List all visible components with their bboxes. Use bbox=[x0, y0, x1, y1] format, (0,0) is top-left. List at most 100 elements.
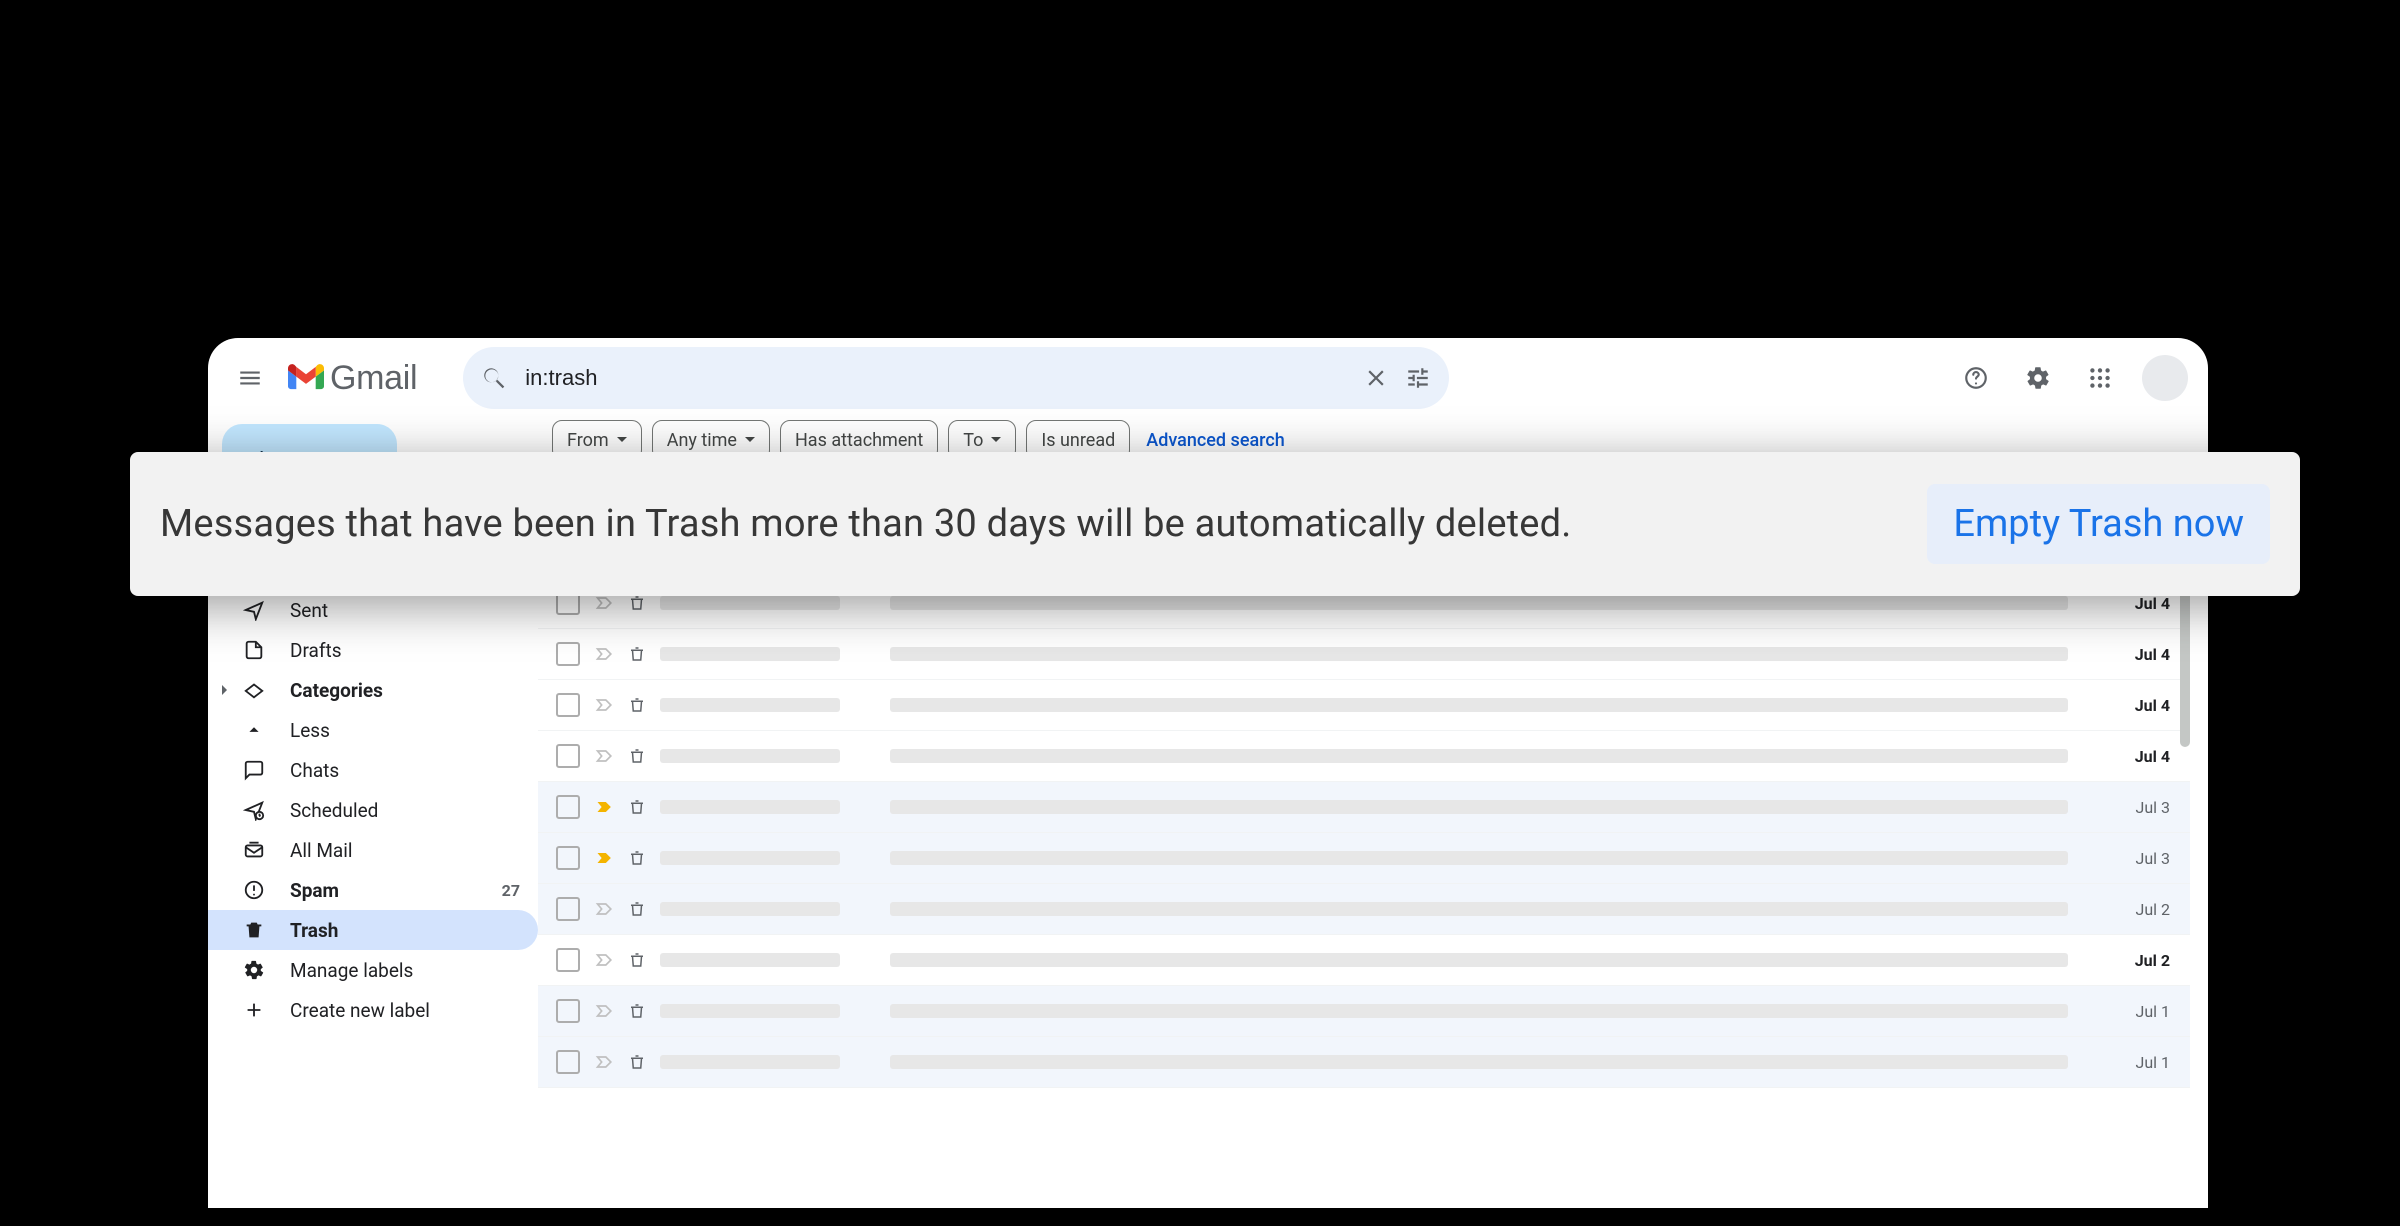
row-date: Jul 4 bbox=[2108, 696, 2170, 715]
search-icon[interactable] bbox=[481, 365, 507, 391]
sidebar-item-chats[interactable]: Chats bbox=[208, 750, 538, 790]
settings-button[interactable] bbox=[2018, 358, 2058, 398]
subject-placeholder bbox=[890, 902, 2068, 916]
subject-placeholder bbox=[890, 596, 2068, 610]
empty-trash-button[interactable]: Empty Trash now bbox=[1927, 484, 2270, 564]
filter-chip-label: Is unread bbox=[1041, 430, 1115, 451]
filter-chip-label: Has attachment bbox=[795, 430, 923, 451]
header: Gmail bbox=[208, 338, 2208, 418]
importance-marker-icon[interactable] bbox=[594, 1051, 616, 1073]
importance-marker-icon[interactable] bbox=[594, 643, 616, 665]
trash-banner: Messages that have been in Trash more th… bbox=[130, 452, 2300, 596]
row-date: Jul 1 bbox=[2108, 1002, 2170, 1021]
subject-placeholder bbox=[890, 749, 2068, 763]
filter-chip-label: Any time bbox=[667, 430, 737, 451]
manage-icon bbox=[242, 958, 266, 982]
support-button[interactable] bbox=[1956, 358, 1996, 398]
trash-icon bbox=[626, 1051, 648, 1073]
app-name: Gmail bbox=[330, 359, 417, 398]
row-date: Jul 3 bbox=[2108, 849, 2170, 868]
subject-placeholder bbox=[890, 851, 2068, 865]
subject-placeholder bbox=[890, 698, 2068, 712]
search-input[interactable] bbox=[523, 364, 1347, 392]
message-row[interactable]: Jul 2 bbox=[538, 935, 2190, 986]
row-date: Jul 4 bbox=[2108, 747, 2170, 766]
subject-placeholder bbox=[890, 1055, 2068, 1069]
row-checkbox[interactable] bbox=[556, 693, 580, 717]
sidebar-item-label: Scheduled bbox=[290, 799, 520, 822]
gmail-logo[interactable]: Gmail bbox=[288, 359, 417, 398]
sidebar-item-label: All Mail bbox=[290, 839, 520, 862]
sender-placeholder bbox=[660, 749, 840, 763]
message-row[interactable]: Jul 4 bbox=[538, 680, 2190, 731]
row-checkbox[interactable] bbox=[556, 999, 580, 1023]
row-date: Jul 2 bbox=[2108, 951, 2170, 970]
sidebar-item-label: Chats bbox=[290, 759, 520, 782]
trash-icon bbox=[242, 918, 266, 942]
sidebar-item-less[interactable]: Less bbox=[208, 710, 538, 750]
row-checkbox[interactable] bbox=[556, 948, 580, 972]
message-row[interactable]: Jul 4 bbox=[538, 629, 2190, 680]
message-row[interactable]: Jul 1 bbox=[538, 986, 2190, 1037]
sender-placeholder bbox=[660, 596, 840, 610]
message-row[interactable]: Jul 2 bbox=[538, 884, 2190, 935]
importance-marker-icon[interactable] bbox=[594, 694, 616, 716]
message-row[interactable]: Jul 4 bbox=[538, 731, 2190, 782]
clear-search-icon[interactable] bbox=[1363, 365, 1389, 391]
sidebar-item-categories[interactable]: Categories bbox=[208, 670, 538, 710]
advanced-search-link[interactable]: Advanced search bbox=[1146, 430, 1284, 451]
sidebar-item-newlabel[interactable]: Create new label bbox=[208, 990, 538, 1030]
chevron-down-icon bbox=[991, 437, 1001, 447]
chevron-down-icon bbox=[745, 437, 755, 447]
trash-icon bbox=[626, 949, 648, 971]
sidebar-item-label: Sent bbox=[290, 599, 520, 622]
apps-button[interactable] bbox=[2080, 358, 2120, 398]
sidebar-item-manage[interactable]: Manage labels bbox=[208, 950, 538, 990]
gmail-m-icon bbox=[288, 364, 324, 392]
importance-marker-icon[interactable] bbox=[594, 847, 616, 869]
row-checkbox[interactable] bbox=[556, 795, 580, 819]
sender-placeholder bbox=[660, 1055, 840, 1069]
row-checkbox[interactable] bbox=[556, 642, 580, 666]
sidebar-item-allmail[interactable]: All Mail bbox=[208, 830, 538, 870]
banner-text: Messages that have been in Trash more th… bbox=[160, 502, 1909, 546]
message-row[interactable]: Jul 1 bbox=[538, 1037, 2190, 1088]
sidebar-item-spam[interactable]: Spam27 bbox=[208, 870, 538, 910]
importance-marker-icon[interactable] bbox=[594, 898, 616, 920]
importance-marker-icon[interactable] bbox=[594, 796, 616, 818]
chevron-down-icon bbox=[617, 437, 627, 447]
sidebar-item-sent[interactable]: Sent bbox=[208, 590, 538, 630]
row-checkbox[interactable] bbox=[556, 846, 580, 870]
row-checkbox[interactable] bbox=[556, 744, 580, 768]
search-options-icon[interactable] bbox=[1405, 365, 1431, 391]
less-icon bbox=[242, 718, 266, 742]
sidebar-item-label: Less bbox=[290, 719, 520, 742]
importance-marker-icon[interactable] bbox=[594, 745, 616, 767]
subject-placeholder bbox=[890, 647, 2068, 661]
sidebar-item-scheduled[interactable]: Scheduled bbox=[208, 790, 538, 830]
subject-placeholder bbox=[890, 953, 2068, 967]
importance-marker-icon[interactable] bbox=[594, 949, 616, 971]
subject-placeholder bbox=[890, 800, 2068, 814]
message-row[interactable]: Jul 3 bbox=[538, 782, 2190, 833]
scheduled-icon bbox=[242, 798, 266, 822]
row-checkbox[interactable] bbox=[556, 897, 580, 921]
sidebar-item-drafts[interactable]: Drafts bbox=[208, 630, 538, 670]
sender-placeholder bbox=[660, 647, 840, 661]
filter-chip-label: To bbox=[963, 430, 983, 451]
message-row[interactable]: Jul 3 bbox=[538, 833, 2190, 884]
sidebar-item-label: Spam bbox=[290, 879, 478, 902]
sender-placeholder bbox=[660, 953, 840, 967]
row-date: Jul 4 bbox=[2108, 594, 2170, 613]
sender-placeholder bbox=[660, 800, 840, 814]
trash-icon bbox=[626, 643, 648, 665]
sidebar-item-trash[interactable]: Trash bbox=[208, 910, 538, 950]
account-avatar[interactable] bbox=[2142, 355, 2188, 401]
importance-marker-icon[interactable] bbox=[594, 1000, 616, 1022]
sidebar-item-label: Trash bbox=[290, 919, 520, 942]
categories-icon bbox=[242, 678, 266, 702]
main-menu-button[interactable] bbox=[228, 356, 272, 400]
row-date: Jul 3 bbox=[2108, 798, 2170, 817]
trash-icon bbox=[626, 847, 648, 869]
row-checkbox[interactable] bbox=[556, 1050, 580, 1074]
